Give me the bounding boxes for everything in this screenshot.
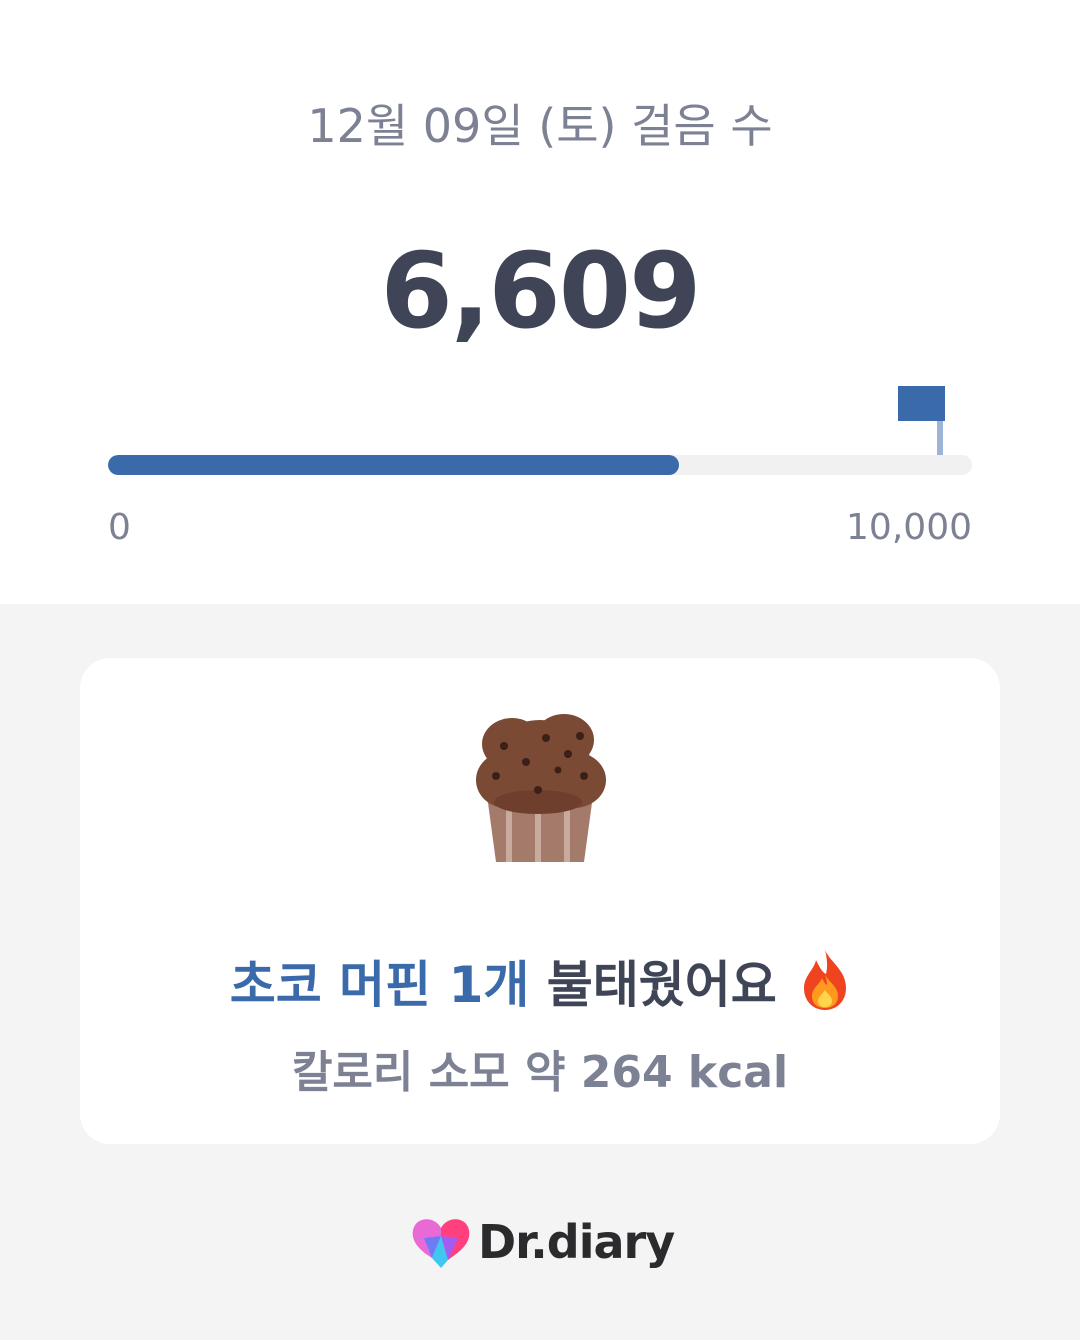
flag-icon [898,386,945,456]
progress-min-label: 0 [108,507,131,548]
step-count: 6,609 [380,230,702,352]
calorie-burned-text: 칼로리 소모 약 264 kcal [291,1047,789,1098]
muffin-icon [476,714,606,862]
headline-text: 불태웠어요 [546,956,777,1014]
heart-logo-icon [412,1219,470,1268]
progress-fill [108,455,680,475]
progress-max-label: 10,000 [846,507,972,548]
calorie-card: 초코 머핀 1개 불태웠어요 칼로리 소모 약 264 kcal [80,658,1000,1144]
date-title: 12월 09일 (토) 걸음 수 [307,99,773,153]
food-equivalent: 초코 머핀 1개 [229,956,530,1014]
brand-name: Dr.diary [478,1215,675,1269]
calorie-headline: 초코 머핀 1개 불태웠어요 [80,948,1000,1019]
fire-icon [804,950,847,1010]
steps-summary-panel: 12월 09일 (토) 걸음 수 6,609 0 10,000 [0,0,1080,604]
progress-bar [108,455,972,475]
brand-logo: Dr.diary [410,1210,680,1274]
